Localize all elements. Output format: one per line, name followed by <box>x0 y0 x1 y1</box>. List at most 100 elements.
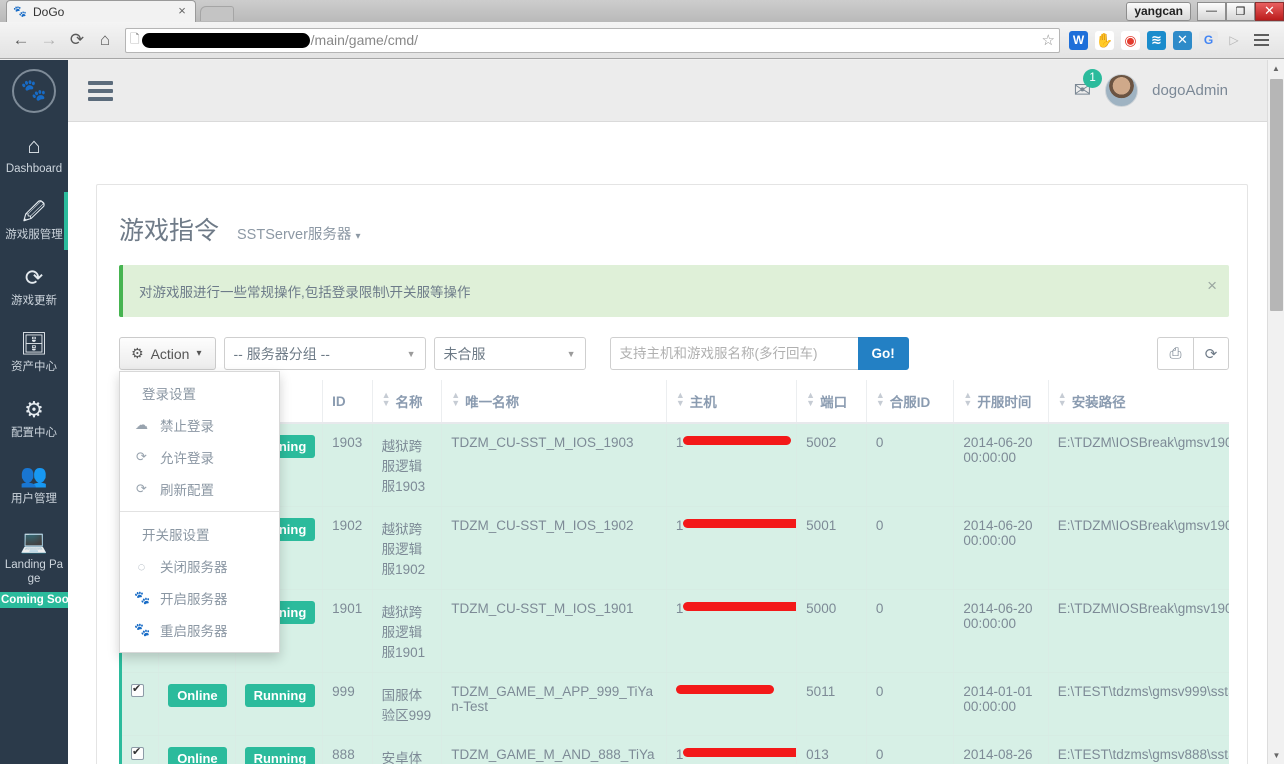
export-icon[interactable]: ⎙ <box>1157 337 1193 370</box>
scrollbar-thumb[interactable] <box>1270 79 1283 311</box>
address-bar[interactable]: 🗋 /main/game/cmd/ ☆ <box>125 27 1060 53</box>
refresh-icon[interactable]: ⟳ <box>1193 337 1229 370</box>
main-content: 游戏指令 SSTServer服务器 ▾ 对游戏服进行一些常规操作,包括登录限制\… <box>68 122 1284 764</box>
sort-icon[interactable]: ▲▼ <box>963 391 972 408</box>
row-unique-name-cell: TDZM_CU-SST_M_IOS_1902 <box>441 506 667 590</box>
menu-item-stop-server[interactable]: ◌ 关闭服务器 <box>120 550 279 582</box>
row-install-path-cell: E:\TDZM\IOSBreak\gmsv1903\sstSe <box>1047 423 1229 507</box>
row-checkbox[interactable] <box>131 682 144 697</box>
row-name-cell: 越狱跨服逻辑服1901 <box>371 589 442 673</box>
avatar[interactable] <box>1105 74 1139 107</box>
close-window-button[interactable]: ✕ <box>1255 1 1284 21</box>
search-go-button[interactable]: Go! <box>857 337 909 370</box>
weibo-w-icon[interactable]: W <box>1069 30 1088 50</box>
dropdown-group-header: 开关服设置 <box>142 528 210 543</box>
maximize-button[interactable]: ❐ <box>1226 1 1255 21</box>
menu-item-start-server[interactable]: 🐾 开启服务器 <box>120 582 279 614</box>
sidebar-item-game-server-mgmt[interactable]: 🖉 游戏服管理 <box>0 188 68 254</box>
spinner-icon: ◌ <box>137 558 146 574</box>
sidebar-item-asset-center[interactable]: 🗄 资产中心 <box>0 320 68 386</box>
row-checkbox[interactable] <box>131 745 144 760</box>
scroll-down-arrow-icon[interactable]: ▼ <box>1268 747 1284 764</box>
close-icon[interactable]: × <box>1207 276 1217 296</box>
refresh-icon: ⟳ <box>24 265 44 290</box>
sort-icon[interactable]: ▲▼ <box>382 391 391 408</box>
column-header-host[interactable]: ▲ ▼ 主机 <box>665 380 797 424</box>
sidebar-item-landing-page[interactable]: 💻 Landing Page Coming Soon <box>0 518 83 608</box>
google-translate-icon[interactable]: G <box>1199 30 1218 50</box>
server-selector-dropdown[interactable]: SSTServer服务器 ▾ <box>237 223 360 244</box>
column-header-id[interactable]: ID <box>322 380 373 424</box>
row-install-path-cell: E:\TDZM\IOSBreak\gmsv1901\sstSe <box>1047 589 1229 673</box>
forward-icon[interactable]: → <box>36 27 62 53</box>
dropdown-group-header: 登录设置 <box>142 387 196 402</box>
menu-item-allow-login[interactable]: ⟳ 允许登录 <box>120 441 279 473</box>
sort-icon[interactable]: ▲▼ <box>1058 391 1067 408</box>
page-scrollbar[interactable]: ▲ ▼ <box>1267 60 1284 764</box>
table-row[interactable]: OnlineRunning1902越狱跨服逻辑服1902TDZM_CU-SST_… <box>119 506 1229 590</box>
column-header-label: 名称 <box>395 395 423 410</box>
xmind-icon[interactable]: ✕ <box>1173 30 1192 50</box>
column-header-open-time[interactable]: ▲ ▼ 开服时间 <box>953 380 1049 424</box>
status-badge-running: Running <box>244 747 316 764</box>
column-header-unique-name[interactable]: ▲ ▼ 唯一名称 <box>441 380 667 424</box>
column-header-port[interactable]: ▲ ▼ 端口 <box>796 380 867 424</box>
refresh-icon: ⟳ <box>136 481 147 496</box>
minimize-button[interactable]: — <box>1197 1 1226 21</box>
redacted-host <box>683 436 792 445</box>
back-icon[interactable]: ← <box>8 27 34 53</box>
search-group: Go! <box>609 337 909 370</box>
row-port-cell: 5001 <box>796 506 867 590</box>
reload-icon[interactable]: ⟳ <box>64 27 90 53</box>
row-checkbox-cell[interactable] <box>119 672 159 736</box>
column-header-install-path[interactable]: ▲ ▼ 安装路径 <box>1047 380 1229 424</box>
sort-icon[interactable]: ▲▼ <box>451 391 460 408</box>
sidebar-item-dashboard[interactable]: ⌂ Dashboard <box>0 122 68 188</box>
column-header-merge-id[interactable]: ▲ ▼ 合服ID <box>865 380 954 424</box>
merge-status-select[interactable]: 未合服 ▼ <box>433 337 586 370</box>
toolbar-right-actions: ⎙ ⟳ <box>1157 337 1229 370</box>
browser-toolbar: ← → ⟳ ⌂ 🗋 /main/game/cmd/ ☆ W ✋ ◉ ≋ ✕ G … <box>0 22 1284 59</box>
chrome-menu-icon[interactable] <box>1250 34 1272 46</box>
table-header-row: ▲▼ ID ▲▼ 名称 ▲▼ 唯一名称 <box>120 380 1229 424</box>
row-open-time-cell: 2014-06-20 00:00:00 <box>953 506 1049 590</box>
sort-icon[interactable]: ▲▼ <box>676 391 685 408</box>
sort-icon[interactable]: ▲▼ <box>806 391 815 408</box>
sidebar-item-label: 用户管理 <box>11 493 57 505</box>
column-header-label: 开服时间 <box>977 395 1032 410</box>
menu-item-disable-login[interactable]: ☁ 禁止登录 <box>120 409 279 441</box>
blue-wave-icon[interactable]: ≋ <box>1147 30 1166 50</box>
scroll-up-arrow-icon[interactable]: ▲ <box>1268 60 1284 77</box>
menu-item-refresh-config[interactable]: ⟳ 刷新配置 <box>120 473 279 505</box>
new-tab-button[interactable] <box>200 6 234 21</box>
tab-close-icon[interactable]: × <box>175 4 189 19</box>
row-checkbox-cell[interactable] <box>119 735 159 764</box>
menu-item-label: 关闭服务器 <box>160 560 228 575</box>
adblock-stop-icon[interactable]: ✋ <box>1095 30 1114 50</box>
messages-button[interactable]: ✉ 1 <box>1074 69 1103 103</box>
username-label[interactable]: dogoAdmin <box>1152 82 1228 99</box>
table-row[interactable]: OnlineRunning1901越狱跨服逻辑服1901TDZM_CU-SST_… <box>119 589 1229 673</box>
window-user-badge[interactable]: yangcan <box>1126 1 1191 21</box>
sidebar-item-game-update[interactable]: ⟳ 游戏更新 <box>0 254 68 320</box>
status-badge-online: Online <box>168 684 227 707</box>
bookmark-star-icon[interactable]: ☆ <box>1042 31 1055 49</box>
sidebar-item-config-center[interactable]: ⚙ 配置中心 <box>0 386 68 452</box>
action-button[interactable]: ⚙ Action ▾ <box>119 337 216 370</box>
sidebar-logo[interactable]: 🐾 <box>0 60 68 122</box>
table-row[interactable]: Online Running 888安卓体验区888TDZM_GAME_M_AND_… <box>119 735 1229 764</box>
sort-icon[interactable]: ▲▼ <box>876 391 885 408</box>
menu-item-restart-server[interactable]: 🐾 重启服务器 <box>120 614 279 646</box>
search-input[interactable] <box>609 337 858 370</box>
weibo-eye-icon[interactable]: ◉ <box>1121 30 1140 50</box>
database-icon: 🗄 <box>20 331 48 356</box>
column-header-name[interactable]: ▲ ▼ 名称 <box>371 380 442 424</box>
table-row[interactable]: OnlineRunning1903越狱跨服逻辑服1903TDZM_CU-SST_… <box>119 423 1229 507</box>
pointer-icon[interactable]: ▷ <box>1225 27 1243 53</box>
sidebar-item-user-mgmt[interactable]: 👥 用户管理 <box>0 452 68 518</box>
home-icon[interactable]: ⌂ <box>92 27 118 53</box>
table-row[interactable]: Online Running 999国服体验区999TDZM_GAME_M_APP_… <box>119 672 1229 736</box>
browser-tab[interactable]: 🐾 DoGo × <box>6 0 196 22</box>
menu-toggle-icon[interactable] <box>88 80 113 101</box>
server-group-select[interactable]: -- 服务器分组 -- ▼ <box>223 337 426 370</box>
